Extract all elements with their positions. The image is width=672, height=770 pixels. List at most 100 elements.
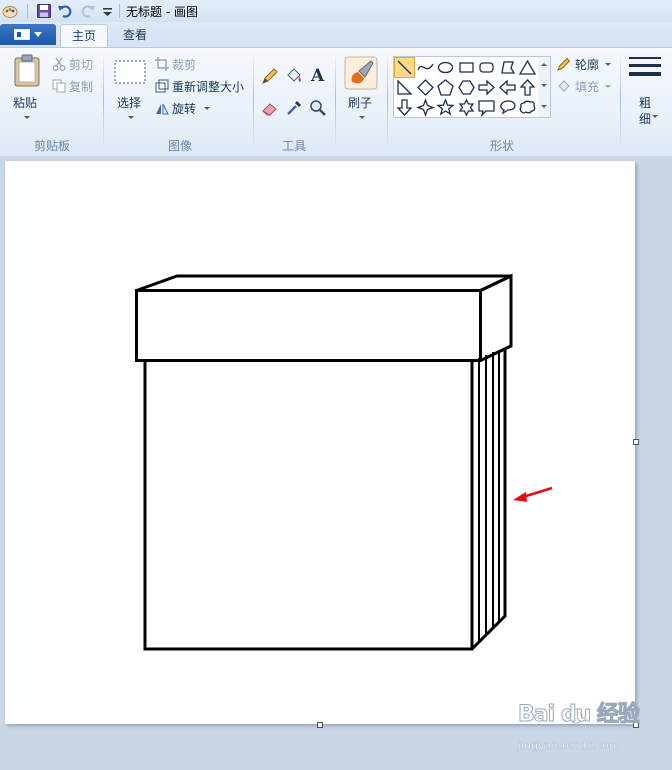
text-icon: A: [311, 66, 325, 86]
shape-arrow-right[interactable]: [477, 78, 496, 97]
tab-view[interactable]: 查看: [110, 24, 160, 47]
callout-oval-icon: [499, 100, 516, 115]
shape-star-four[interactable]: [415, 98, 435, 117]
rotate-icon: [156, 103, 169, 115]
tab-home[interactable]: 主页: [60, 24, 108, 48]
right-triangle-icon: [397, 79, 413, 95]
group-label-shapes: 形状: [489, 139, 514, 153]
clipboard-icon: [14, 54, 40, 87]
shape-callout-oval[interactable]: [498, 98, 517, 117]
size-label-thin: 细: [639, 112, 652, 126]
shape-right-triangle[interactable]: [395, 78, 414, 97]
brush-icon: [344, 56, 378, 90]
shape-triangle[interactable]: [518, 58, 537, 77]
shape-pentagon[interactable]: [436, 78, 455, 97]
shape-arrow-up[interactable]: [518, 78, 537, 97]
resize-handle-right[interactable]: [633, 439, 639, 445]
gallery-scrollbar[interactable]: [538, 56, 551, 118]
box-lid-top: [135, 274, 512, 292]
save-icon[interactable]: [36, 3, 52, 19]
shape-callout-rect[interactable]: [477, 98, 496, 118]
crop-label: 裁剪: [172, 58, 197, 72]
box-body-side: [470, 348, 507, 651]
shape-star-five[interactable]: [436, 98, 455, 117]
pencil-icon: [262, 68, 278, 84]
outline-button[interactable]: 轮廓: [556, 56, 614, 74]
crop-icon: [155, 57, 169, 71]
undo-icon[interactable]: [57, 3, 73, 19]
triangle-icon: [518, 59, 537, 75]
shape-rectangle[interactable]: [457, 58, 476, 77]
chevron-down-icon: [128, 116, 134, 119]
outline-label: 轮廓: [575, 58, 600, 72]
paste-button[interactable]: 粘贴: [8, 54, 46, 126]
drawing-canvas[interactable]: [5, 161, 635, 724]
paint-app-icon[interactable]: [2, 3, 18, 19]
shape-curve[interactable]: [416, 58, 435, 77]
crop-button[interactable]: 裁剪: [155, 56, 205, 74]
fill-button[interactable]: 填充: [556, 78, 614, 96]
shape-rounded-rectangle[interactable]: [477, 58, 496, 77]
shape-diamond[interactable]: [416, 78, 435, 97]
rotate-button[interactable]: 旋转: [155, 100, 211, 118]
expand-gallery-icon[interactable]: [541, 105, 547, 108]
resize-handle-bottom[interactable]: [317, 722, 323, 728]
scroll-up-icon[interactable]: [541, 63, 547, 66]
magnifier-icon: [310, 100, 326, 116]
callout-cloud-icon: [519, 100, 536, 114]
group-divider: [387, 52, 388, 148]
shape-arrow-down[interactable]: [395, 98, 414, 117]
outline-pencil-icon: [557, 57, 571, 71]
shape-line[interactable]: [394, 57, 415, 78]
size-button[interactable]: 粗 细: [626, 54, 666, 130]
polygon-icon: [500, 61, 515, 74]
arrow-up-icon: [519, 79, 536, 96]
ribbon-tab-row: 主页 查看: [0, 22, 672, 48]
copy-button[interactable]: 复制: [52, 78, 98, 96]
box-body-front: [143, 360, 474, 651]
redo-icon[interactable]: [80, 3, 96, 19]
resize-icon: [155, 79, 169, 93]
oval-icon: [437, 61, 454, 74]
shape-polygon[interactable]: [498, 58, 517, 77]
ribbon: 粘贴 剪切 复制 剪贴板 选择 裁剪 重新调整大小 旋转 图像 A 工具 刷子 …: [0, 47, 672, 157]
file-menu-button[interactable]: [0, 24, 56, 45]
window-title: 无标题 - 画图: [126, 5, 198, 19]
selection-rectangle-icon: [114, 60, 146, 84]
shape-oval[interactable]: [436, 58, 455, 77]
resize-label: 重新调整大小: [172, 80, 245, 94]
shape-arrow-left[interactable]: [498, 78, 517, 97]
shapes-gallery: [393, 56, 541, 118]
arrow-right-icon: [478, 79, 495, 96]
shape-hexagon[interactable]: [457, 78, 476, 97]
box-lid-front: [135, 289, 482, 362]
menu-icon: [14, 29, 30, 40]
fill-tool[interactable]: [284, 66, 304, 86]
shape-star-six[interactable]: [457, 98, 476, 117]
cut-label: 剪切: [69, 58, 94, 72]
eraser-tool[interactable]: [260, 98, 280, 118]
scroll-down-icon[interactable]: [541, 84, 547, 87]
chevron-down-icon: [652, 115, 658, 118]
copy-label: 复制: [69, 80, 94, 94]
line-width-icon: [629, 57, 661, 83]
text-tool[interactable]: A: [308, 66, 328, 86]
brushes-button[interactable]: 刷子: [341, 54, 381, 128]
star-four-icon: [415, 98, 435, 117]
resize-button[interactable]: 重新调整大小: [155, 78, 247, 96]
group-divider: [253, 52, 254, 148]
callout-rect-icon: [478, 100, 495, 118]
magnifier-tool[interactable]: [308, 98, 328, 118]
select-button[interactable]: 选择: [110, 56, 150, 128]
group-label-clipboard: 剪贴板: [33, 139, 70, 153]
group-divider: [103, 52, 104, 148]
fill-label: 填充: [575, 80, 600, 94]
cut-button[interactable]: 剪切: [52, 56, 98, 74]
color-picker-tool[interactable]: [284, 98, 304, 118]
pencil-tool[interactable]: [260, 66, 280, 86]
copy-icon: [52, 79, 66, 93]
customize-quick-access-icon[interactable]: [100, 3, 116, 19]
eraser-icon: [262, 103, 277, 116]
shape-callout-cloud[interactable]: [518, 98, 537, 117]
drawing: [135, 273, 553, 651]
